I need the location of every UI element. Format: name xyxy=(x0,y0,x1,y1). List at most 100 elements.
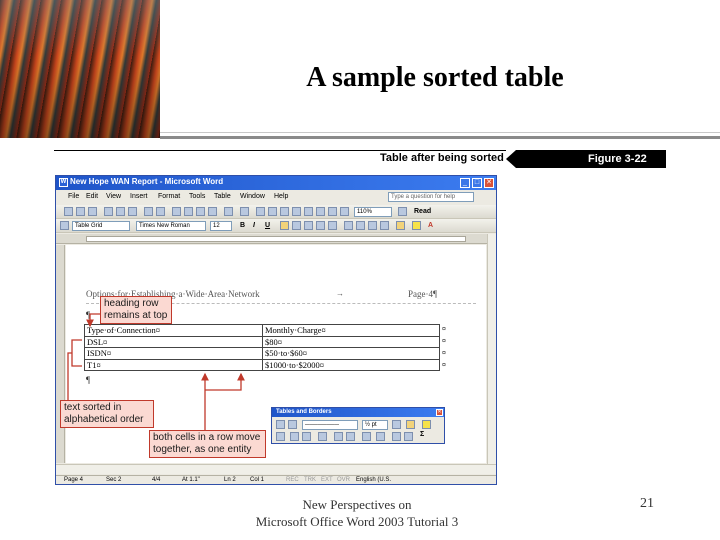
horizontal-ruler[interactable] xyxy=(56,234,496,244)
increase-indent-icon[interactable] xyxy=(380,221,389,230)
menu-tools[interactable]: Tools xyxy=(189,193,205,200)
help-question-input[interactable]: Type a question for help xyxy=(388,192,474,202)
menu-file[interactable]: File xyxy=(68,193,79,200)
merge-cells-icon[interactable] xyxy=(290,432,299,441)
print-preview-icon[interactable] xyxy=(128,207,137,216)
help-icon[interactable] xyxy=(398,207,407,216)
word-app-icon: W xyxy=(59,178,68,187)
format-painter-icon[interactable] xyxy=(208,207,217,216)
minimize-icon[interactable]: _ xyxy=(460,178,470,188)
menu-format[interactable]: Format xyxy=(158,193,180,200)
align-center-icon[interactable] xyxy=(292,221,301,230)
draw-table-icon[interactable] xyxy=(276,420,285,429)
font-select[interactable]: Times New Roman xyxy=(136,221,206,231)
insert-excel-icon[interactable] xyxy=(292,207,301,216)
close-icon[interactable]: ✕ xyxy=(436,409,443,416)
menu-edit[interactable]: Edit xyxy=(86,193,98,200)
font-color-icon[interactable]: A xyxy=(428,222,433,229)
underline-icon[interactable]: U xyxy=(265,222,270,229)
styles-icon[interactable] xyxy=(60,221,69,230)
justify-icon[interactable] xyxy=(316,221,325,230)
tables-borders-icon[interactable] xyxy=(268,207,277,216)
shading-color-icon[interactable] xyxy=(422,420,431,429)
menu-insert[interactable]: Insert xyxy=(130,193,148,200)
document-map-icon[interactable] xyxy=(328,207,337,216)
table-row[interactable]: T1¤ $1000·to·$2000¤ xyxy=(84,358,440,371)
hyperlink-icon[interactable] xyxy=(256,207,265,216)
status-ext[interactable]: EXT xyxy=(321,477,333,483)
columns-icon[interactable] xyxy=(304,207,313,216)
style-select[interactable]: Table Grid xyxy=(72,221,130,231)
italic-icon[interactable]: I xyxy=(253,222,255,229)
research-icon[interactable] xyxy=(156,207,165,216)
font-size-select[interactable]: 12 xyxy=(210,221,232,231)
line-weight-select[interactable]: ½ pt xyxy=(362,420,388,430)
maximize-icon[interactable]: □ xyxy=(472,178,482,188)
show-hide-icon[interactable] xyxy=(340,207,349,216)
numbering-icon[interactable] xyxy=(344,221,353,230)
highlight-icon[interactable] xyxy=(412,221,421,230)
table-cell[interactable]: $50·to·$60¤ xyxy=(262,347,440,360)
cut-icon[interactable] xyxy=(172,207,181,216)
status-rec[interactable]: REC xyxy=(286,477,299,483)
table-cell[interactable]: $1000·to·$2000¤ xyxy=(262,358,440,371)
open-icon[interactable] xyxy=(76,207,85,216)
vertical-ruler[interactable] xyxy=(56,245,65,463)
read-button[interactable]: Read xyxy=(414,208,431,215)
table-autoformat-icon[interactable] xyxy=(362,432,371,441)
drawing-icon[interactable] xyxy=(316,207,325,216)
table-cell[interactable]: ISDN¤ xyxy=(84,347,263,360)
bullets-icon[interactable] xyxy=(356,221,365,230)
table-cell[interactable]: T1¤ xyxy=(84,358,263,371)
table-row[interactable]: ISDN¤ $50·to·$60¤ xyxy=(84,347,440,360)
eraser-icon[interactable] xyxy=(288,420,297,429)
menu-help[interactable]: Help xyxy=(274,193,288,200)
line-style-select[interactable]: ──────── xyxy=(302,420,358,430)
autosum-icon[interactable]: Σ xyxy=(420,431,424,438)
line-spacing-icon[interactable] xyxy=(328,221,337,230)
distribute-columns-icon[interactable] xyxy=(346,432,355,441)
permission-icon[interactable] xyxy=(104,207,113,216)
vertical-scrollbar[interactable] xyxy=(487,234,496,464)
border-color-icon[interactable] xyxy=(392,420,401,429)
horizontal-scrollbar[interactable] xyxy=(56,464,496,474)
distribute-rows-icon[interactable] xyxy=(334,432,343,441)
print-icon[interactable] xyxy=(116,207,125,216)
table-header-row[interactable]: Type·of·Connection¤ Monthly·Charge¤ xyxy=(84,324,440,337)
borders-icon[interactable] xyxy=(396,221,405,230)
align-left-icon[interactable] xyxy=(280,221,289,230)
zoom-select[interactable]: 110% xyxy=(354,207,392,217)
redo-icon[interactable] xyxy=(240,207,249,216)
sort-descending-icon[interactable] xyxy=(404,432,413,441)
align-right-icon[interactable] xyxy=(304,221,313,230)
table-cell[interactable]: Type·of·Connection¤ xyxy=(84,324,263,337)
table-cell[interactable]: $80¤ xyxy=(262,335,440,348)
paste-icon[interactable] xyxy=(196,207,205,216)
split-cells-icon[interactable] xyxy=(302,432,311,441)
insert-table-icon[interactable] xyxy=(280,207,289,216)
callout-heading-row: heading row remains at top xyxy=(100,296,172,324)
menu-table[interactable]: Table xyxy=(214,193,231,200)
new-doc-icon[interactable] xyxy=(64,207,73,216)
copy-icon[interactable] xyxy=(184,207,193,216)
bold-icon[interactable]: B xyxy=(240,222,245,229)
menu-view[interactable]: View xyxy=(106,193,121,200)
sorted-table[interactable]: Type·of·Connection¤ Monthly·Charge¤ DSL¤… xyxy=(84,324,440,371)
status-ovr[interactable]: OVR xyxy=(337,477,350,483)
align-cell-icon[interactable] xyxy=(318,432,327,441)
status-trk[interactable]: TRK xyxy=(304,477,316,483)
change-text-direction-icon[interactable] xyxy=(376,432,385,441)
table-row[interactable]: DSL¤ $80¤ xyxy=(84,335,440,348)
sort-ascending-icon[interactable] xyxy=(392,432,401,441)
decrease-indent-icon[interactable] xyxy=(368,221,377,230)
insert-table-icon[interactable] xyxy=(276,432,285,441)
outside-border-icon[interactable] xyxy=(406,420,415,429)
save-icon[interactable] xyxy=(88,207,97,216)
table-cell[interactable]: DSL¤ xyxy=(84,335,263,348)
close-icon[interactable]: ✕ xyxy=(484,178,494,188)
status-page-count: 4/4 xyxy=(152,477,161,483)
table-cell[interactable]: Monthly·Charge¤ xyxy=(262,324,440,337)
menu-window[interactable]: Window xyxy=(240,193,265,200)
undo-icon[interactable] xyxy=(224,207,233,216)
spelling-icon[interactable] xyxy=(144,207,153,216)
